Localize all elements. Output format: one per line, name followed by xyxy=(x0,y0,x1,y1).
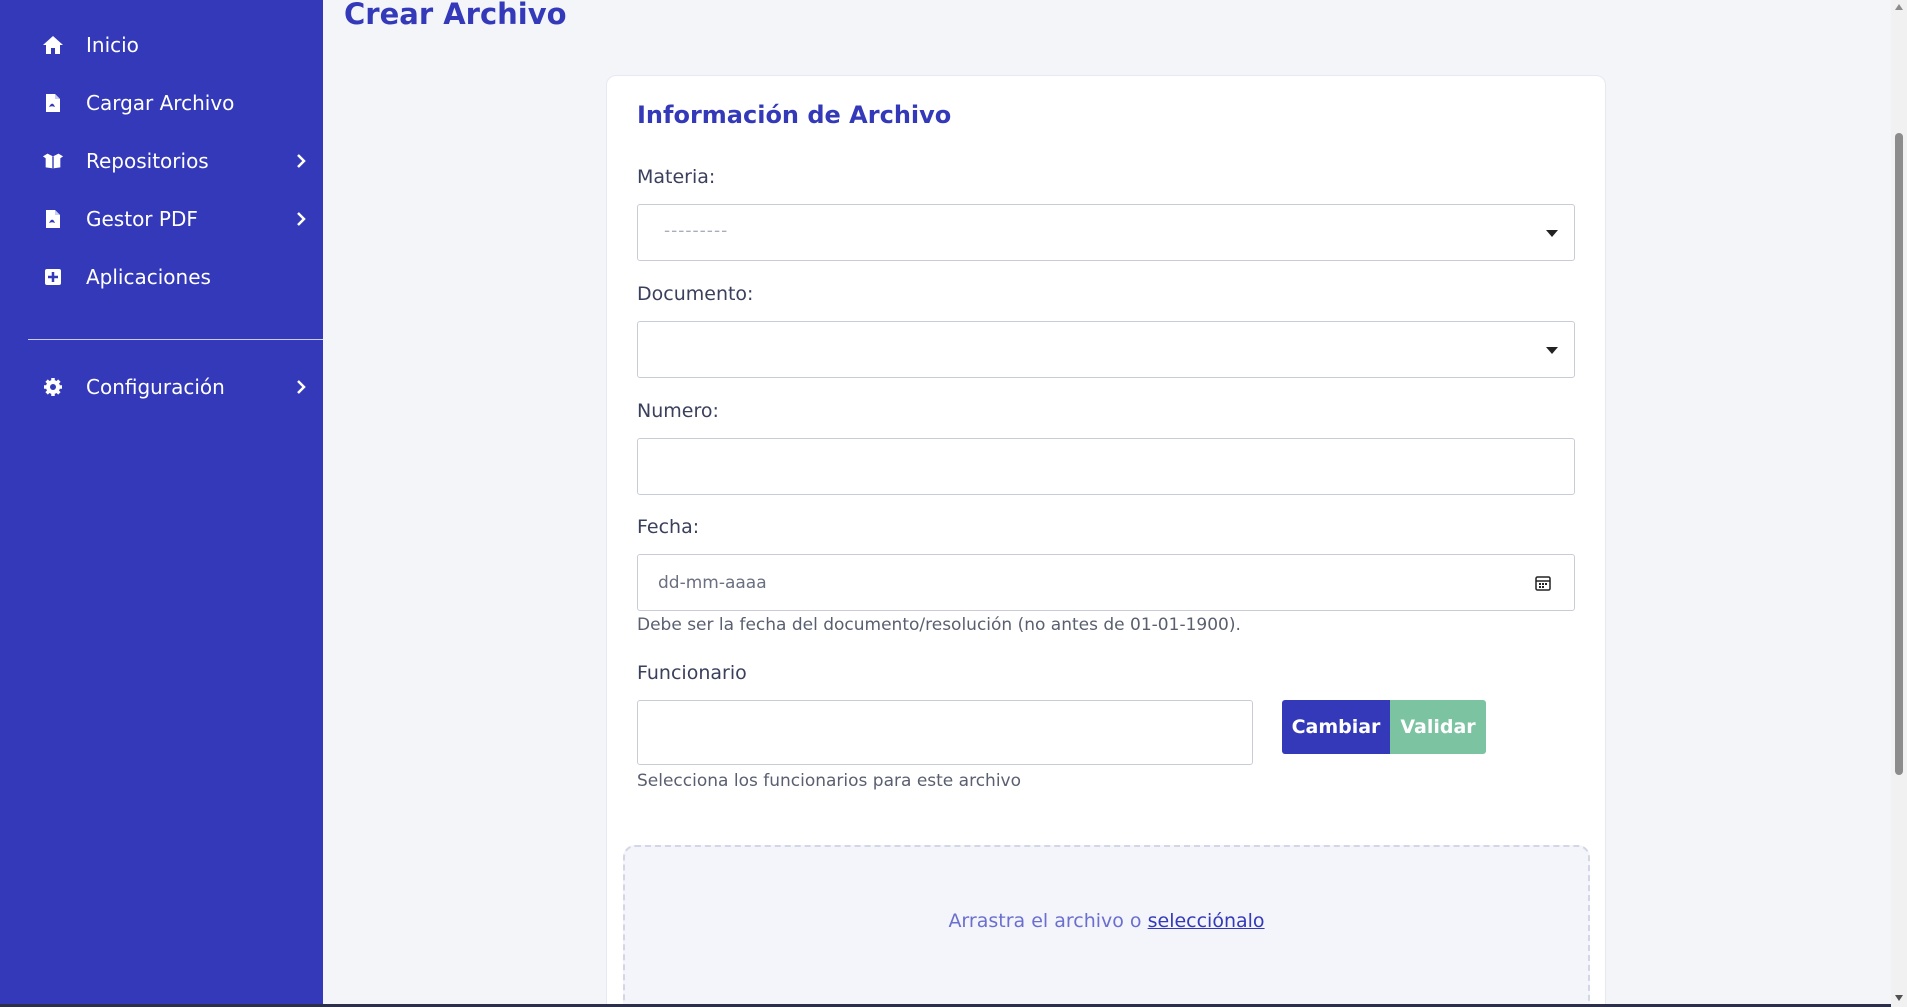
sidebar-item-label: Repositorios xyxy=(86,149,209,173)
documento-select[interactable] xyxy=(637,321,1575,378)
select-file-link[interactable]: selecciónalo xyxy=(1148,910,1265,932)
cambiar-button[interactable]: Cambiar xyxy=(1282,700,1390,754)
numero-label: Numero: xyxy=(637,400,719,422)
file-pdf-icon xyxy=(42,92,64,114)
page-title: Crear Archivo xyxy=(344,0,567,31)
scroll-up-icon[interactable] xyxy=(1895,4,1903,10)
file-dropzone[interactable]: Arrastra el archivo o selecciónalo xyxy=(623,845,1590,1007)
calendar-icon[interactable] xyxy=(1534,574,1552,592)
funcionario-label: Funcionario xyxy=(637,662,747,684)
file-pdf-icon xyxy=(42,208,64,230)
sidebar-item-inicio[interactable]: Inicio xyxy=(0,16,323,74)
chevron-right-icon xyxy=(294,210,308,228)
sidebar-item-repositorios[interactable]: Repositorios xyxy=(0,132,323,190)
validar-button[interactable]: Validar xyxy=(1390,700,1486,754)
plus-square-icon xyxy=(42,266,64,288)
boxes-icon xyxy=(42,150,64,172)
sidebar-item-aplicaciones[interactable]: Aplicaciones xyxy=(0,248,323,306)
scroll-thumb[interactable] xyxy=(1895,133,1903,775)
numero-input[interactable] xyxy=(637,438,1575,495)
sidebar: Inicio Cargar Archivo Repositorios Gesto… xyxy=(0,0,323,1004)
sidebar-item-cargar-archivo[interactable]: Cargar Archivo xyxy=(0,74,323,132)
sidebar-item-label: Configuración xyxy=(86,375,225,399)
sidebar-item-label: Inicio xyxy=(86,33,139,57)
sidebar-item-label: Aplicaciones xyxy=(86,265,211,289)
fecha-placeholder: dd-mm-aaaa xyxy=(658,573,767,593)
dropzone-prompt: Arrastra el archivo o xyxy=(948,910,1148,932)
home-icon xyxy=(42,34,64,56)
materia-placeholder: --------- xyxy=(664,221,729,241)
form-title: Información de Archivo xyxy=(637,101,952,129)
caret-down-icon xyxy=(1546,347,1558,354)
dropzone-text: Arrastra el archivo o selecciónalo xyxy=(625,910,1588,932)
documento-label: Documento: xyxy=(637,283,754,305)
fecha-input[interactable]: dd-mm-aaaa xyxy=(637,554,1575,611)
funcionario-help: Selecciona los funcionarios para este ar… xyxy=(637,771,1022,791)
materia-label: Materia: xyxy=(637,166,716,188)
materia-select[interactable]: --------- xyxy=(637,204,1575,261)
scroll-down-icon[interactable] xyxy=(1895,995,1903,1001)
sidebar-item-label: Gestor PDF xyxy=(86,207,198,231)
fecha-label: Fecha: xyxy=(637,516,700,538)
gear-icon xyxy=(42,376,64,398)
caret-down-icon xyxy=(1546,230,1558,237)
scrollbar[interactable] xyxy=(1891,0,1907,1007)
sidebar-item-gestor-pdf[interactable]: Gestor PDF xyxy=(0,190,323,248)
chevron-right-icon xyxy=(294,378,308,396)
sidebar-item-label: Cargar Archivo xyxy=(86,91,235,115)
sidebar-item-configuracion[interactable]: Configuración xyxy=(0,358,323,416)
funcionario-input[interactable] xyxy=(637,700,1253,765)
sidebar-divider xyxy=(28,339,323,340)
chevron-right-icon xyxy=(294,152,308,170)
fecha-help: Debe ser la fecha del documento/resoluci… xyxy=(637,615,1241,635)
